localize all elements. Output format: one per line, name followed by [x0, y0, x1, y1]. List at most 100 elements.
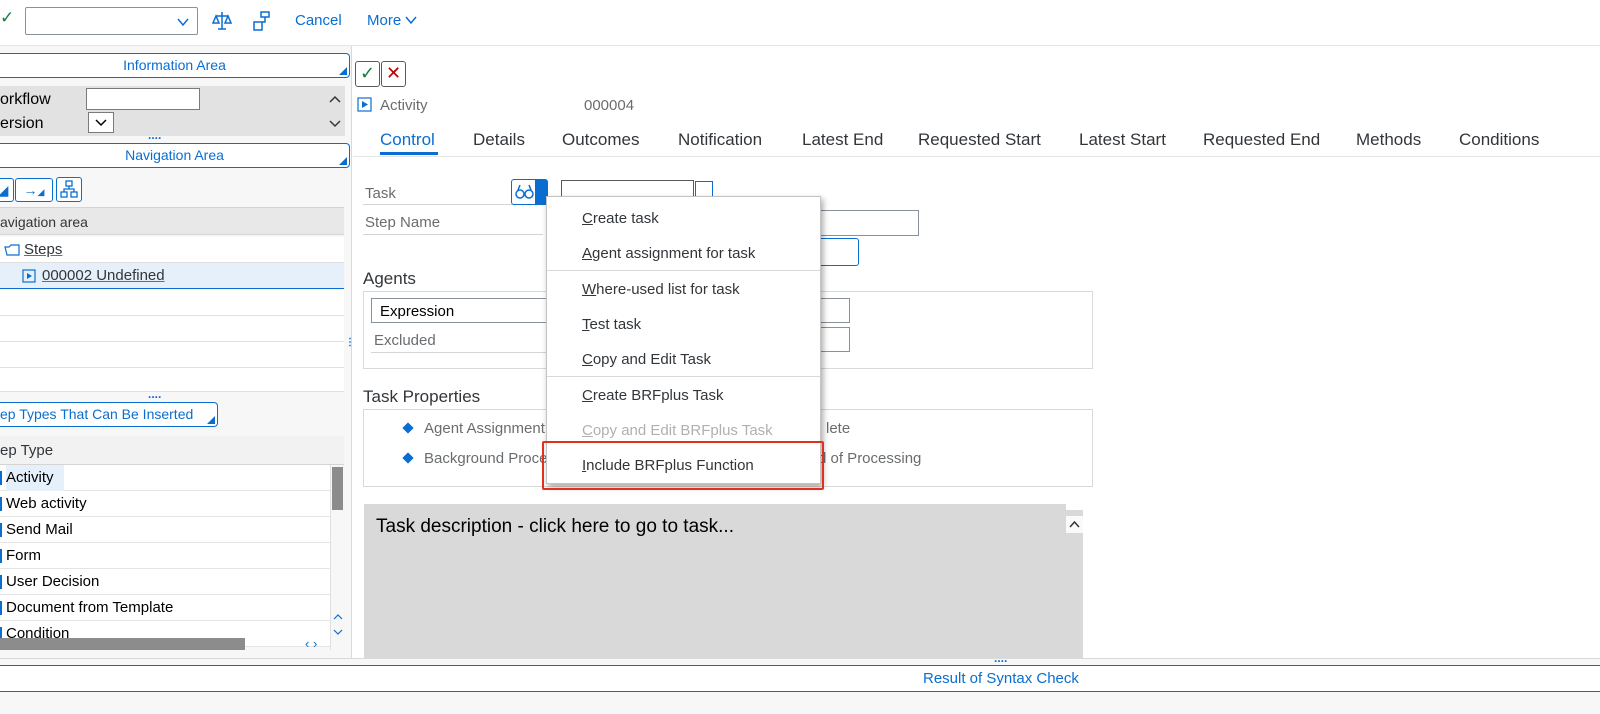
tree-row-empty	[0, 316, 344, 342]
menu-item-test-task[interactable]: Test task	[582, 316, 641, 333]
step-name-input[interactable]	[818, 210, 919, 236]
workflow-label: orkflow	[0, 91, 51, 108]
step-name-extra-input[interactable]	[818, 238, 859, 266]
expand-corner-icon	[207, 416, 215, 424]
activity-icon	[357, 97, 372, 112]
step-type-marker	[0, 601, 2, 615]
property-background-processing: Background Proce	[424, 450, 548, 467]
task-description-area[interactable]: Task description - click here to go to t…	[364, 504, 1066, 658]
confirm-button[interactable]: ✓	[355, 61, 380, 87]
binoculars-icon	[515, 184, 534, 199]
step-types-button[interactable]: ep Types That Can Be Inserted	[0, 402, 218, 427]
tab-requested-end[interactable]: Requested End	[1203, 130, 1320, 150]
tabs-divider	[353, 156, 1600, 157]
cancel-button[interactable]: Cancel	[295, 12, 342, 29]
task-label: Task	[365, 185, 396, 202]
expand-corner-icon[interactable]	[339, 67, 347, 75]
step-type-row[interactable]: Send Mail	[0, 517, 330, 543]
hierarchy-button[interactable]	[56, 177, 82, 202]
step-type-marker	[0, 575, 2, 589]
cancel-x-button[interactable]: ✕	[381, 61, 406, 87]
tab-conditions[interactable]: Conditions	[1459, 130, 1539, 150]
tree-row-empty	[0, 342, 344, 368]
command-field[interactable]	[25, 7, 198, 35]
step-type-column-header: ep Type	[0, 436, 344, 465]
workflow-input[interactable]	[86, 88, 200, 110]
step-type-label: Document from Template	[6, 599, 174, 616]
more-label: More	[367, 12, 402, 29]
version-dropdown[interactable]	[88, 112, 114, 133]
folder-icon	[4, 244, 20, 256]
task-properties-title: Task Properties	[363, 387, 481, 406]
chevron-down-icon	[405, 16, 417, 25]
horizontal-scrollbar-thumb[interactable]	[0, 638, 245, 650]
splitter-handle[interactable]: ....	[148, 387, 161, 401]
step-type-row[interactable]: Document from Template	[0, 595, 330, 621]
tree-node-item[interactable]: 000002 Undefined	[0, 263, 344, 289]
tab-latest-end[interactable]: Latest End	[802, 130, 883, 150]
tree-node-steps[interactable]: Steps	[0, 237, 344, 263]
tab-notification[interactable]: Notification	[678, 130, 762, 150]
step-type-row[interactable]: Web activity	[0, 491, 330, 517]
step-type-row[interactable]: Activity	[0, 465, 330, 491]
splitter-handle[interactable]: ....	[148, 128, 161, 142]
excluded-label: Excluded	[374, 332, 436, 349]
activity-icon	[22, 269, 36, 283]
step-type-marker	[0, 497, 2, 511]
vertical-splitter-handle[interactable]: ⋮	[345, 338, 355, 348]
step-type-marker	[0, 523, 2, 537]
version-label: ersion	[0, 115, 44, 132]
scroll-arrows-icon[interactable]	[328, 93, 342, 133]
tree-row-empty	[0, 368, 344, 392]
horizontal-scroll-arrows-icon[interactable]: ‹ ›	[305, 636, 317, 651]
left-panel: Information Area orkflow ersion .... Nav…	[0, 46, 355, 670]
information-area-header[interactable]: Information Area	[0, 53, 350, 78]
expand-corner-icon[interactable]	[339, 157, 347, 165]
toolbar: ✓ Cancel More	[0, 0, 1600, 46]
tab-latest-start[interactable]: Latest Start	[1079, 130, 1166, 150]
splitter-handle[interactable]: ....	[994, 651, 1007, 665]
step-types-scrollbar[interactable]	[330, 465, 344, 650]
active-tab-indicator	[380, 152, 438, 155]
excluded-input[interactable]	[818, 327, 850, 352]
menu-item-create-brfplus-task[interactable]: Create BRFplus Task	[582, 387, 723, 404]
step-type-row[interactable]: Form	[0, 543, 330, 569]
object-type-label: Activity	[380, 97, 428, 114]
arrow-right-icon: →	[23, 182, 38, 198]
menu-item-copy-and-edit-task[interactable]: Copy and Edit Task	[582, 351, 711, 368]
agent-input[interactable]	[818, 298, 850, 323]
nav-back-button[interactable]: ◢	[0, 178, 14, 202]
syntax-check-bar[interactable]	[0, 665, 1600, 692]
step-type-label: User Decision	[6, 573, 100, 590]
property-end-processing: d of Processing	[818, 450, 922, 467]
chevron-down-icon	[95, 119, 107, 127]
hierarchy-settings-icon[interactable]	[252, 10, 272, 32]
step-type-row[interactable]: User Decision	[0, 569, 330, 595]
scroll-arrows-icon[interactable]	[332, 612, 344, 638]
menu-item-agent-assignment-for-task[interactable]: Agent assignment for task	[582, 245, 755, 262]
check-icon[interactable]: ✓	[0, 8, 14, 28]
tab-methods[interactable]: Methods	[1356, 130, 1421, 150]
description-scrollbar[interactable]	[1066, 510, 1083, 658]
menu-item-where-used-list-for-task[interactable]: Where-used list for task	[582, 281, 740, 298]
navigation-area-header[interactable]: Navigation Area	[0, 143, 350, 168]
task-search-button[interactable]	[511, 179, 548, 205]
tab-requested-start[interactable]: Requested Start	[918, 130, 1041, 150]
tab-control[interactable]: Control	[380, 130, 435, 150]
highlight-box	[542, 441, 824, 490]
step-name-label: Step Name	[365, 214, 441, 231]
syntax-check-label[interactable]: Result of Syntax Check	[923, 670, 1079, 687]
scrollbar-thumb[interactable]	[332, 467, 343, 510]
hierarchy-icon	[60, 180, 78, 198]
tree-row-empty	[0, 290, 344, 316]
balance-scale-icon[interactable]	[212, 10, 232, 32]
chevron-down-icon	[177, 18, 189, 27]
nav-forward-button[interactable]: →◢	[15, 178, 53, 202]
navigation-tree-header: avigation area	[0, 207, 344, 235]
menu-item-create-task[interactable]: Create task	[582, 210, 659, 227]
tab-details[interactable]: Details	[473, 130, 525, 150]
more-button[interactable]: More	[367, 12, 417, 29]
agent-expression-select[interactable]: Expression	[371, 298, 547, 323]
step-type-marker	[0, 549, 2, 563]
tab-outcomes[interactable]: Outcomes	[562, 130, 639, 150]
